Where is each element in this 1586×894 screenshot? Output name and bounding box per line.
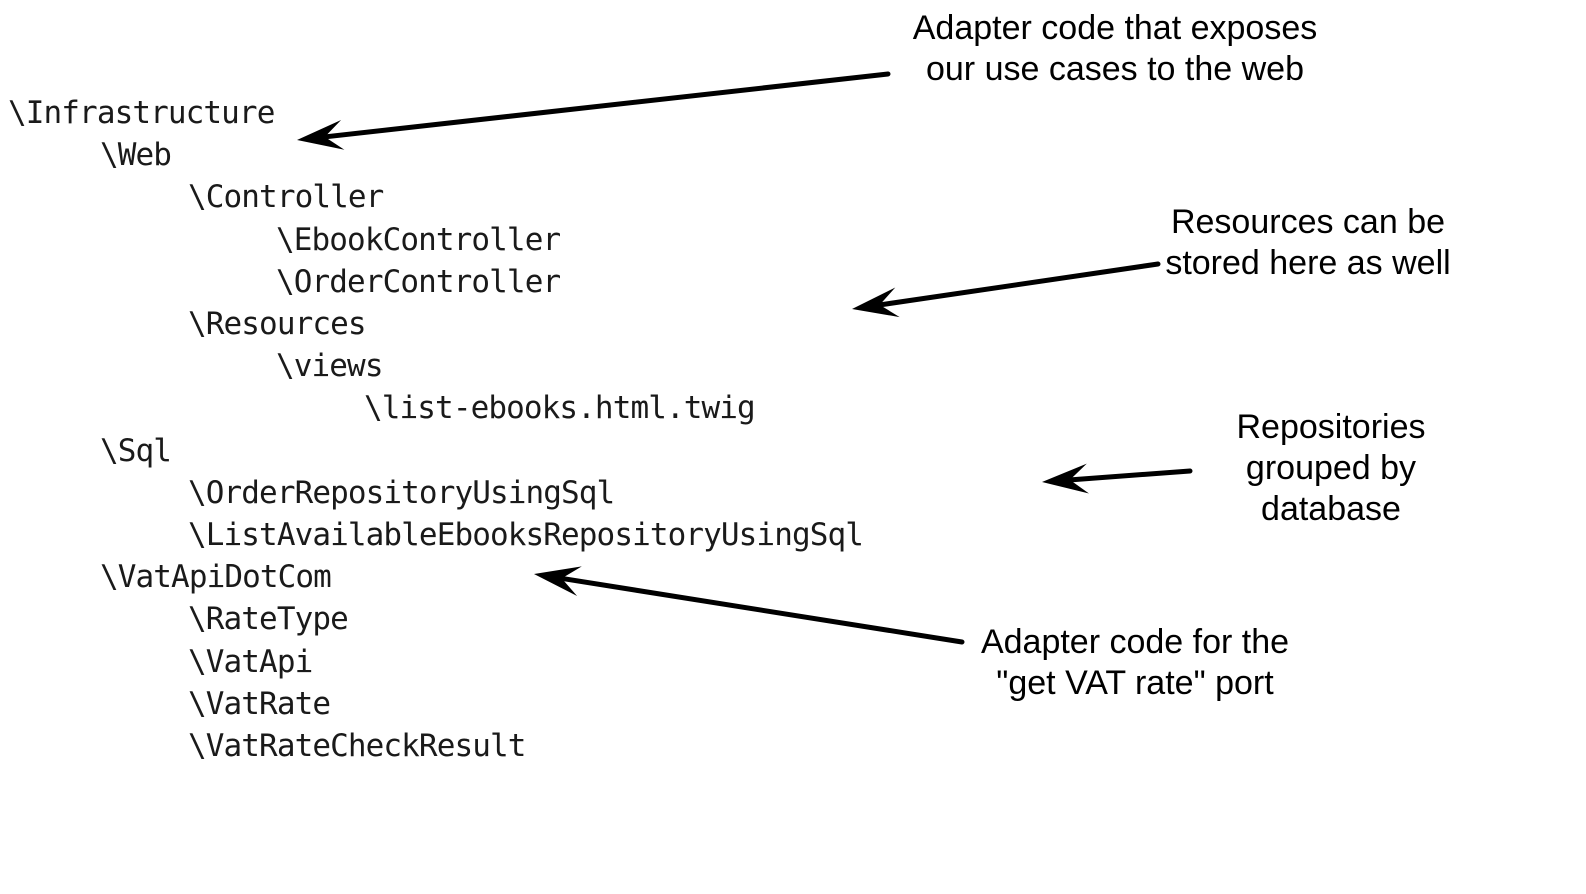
- annotation-repositories: Repositories grouped by database: [1236, 408, 1426, 528]
- tree-node: \OrderRepositoryUsingSql: [188, 474, 615, 511]
- tree-node: \Infrastructure: [8, 95, 275, 131]
- tree-node: \Sql: [100, 432, 172, 469]
- arrow-to-repositories-icon: [1042, 463, 1193, 494]
- tree-node: \views: [276, 348, 383, 385]
- tree-node: \ListAvailableEbooksRepositoryUsingSql: [188, 517, 864, 554]
- annotation-resources: Resources can be stored here as well: [1165, 203, 1451, 282]
- annotation-vat-adapter: Adapter code for the "get VAT rate" port: [980, 623, 1290, 702]
- tree-node: \VatApiDotCom: [100, 559, 332, 596]
- tree-node: \VatRateCheckResult: [188, 728, 526, 765]
- tree-node: \VatApi: [188, 643, 313, 680]
- tree-node: \EbookController: [276, 221, 561, 258]
- namespace-tree: \Infrastructure \Web \Controller \EbookC…: [8, 92, 864, 767]
- tree-node: \OrderController: [276, 263, 561, 300]
- tree-node: \Controller: [188, 179, 384, 216]
- diagram-canvas: \Infrastructure \Web \Controller \EbookC…: [0, 0, 1586, 894]
- annotation-web: Adapter code that exposes our use cases …: [912, 9, 1318, 88]
- tree-node: \VatRate: [188, 685, 331, 722]
- tree-node: \Resources: [188, 306, 367, 343]
- tree-node: \list-ebooks.html.twig: [364, 390, 756, 427]
- arrow-to-resources-icon: [852, 261, 1161, 318]
- tree-node: \Web: [100, 137, 172, 174]
- tree-node: \RateType: [188, 601, 349, 638]
